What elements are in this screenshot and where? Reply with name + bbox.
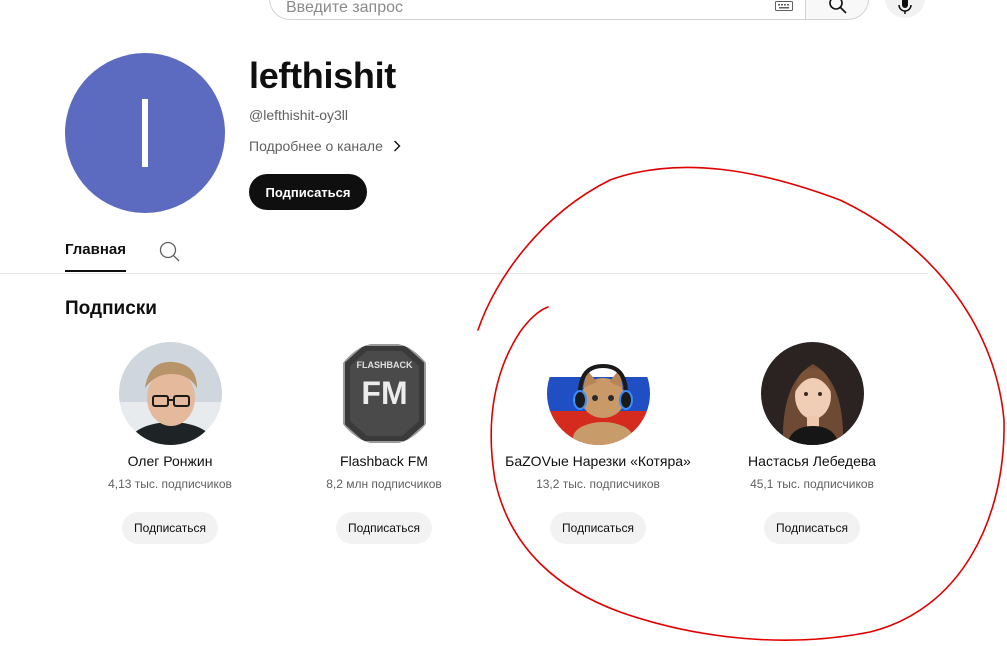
search-input[interactable]: Введите запрос bbox=[269, 0, 805, 20]
channel-card-subscribe-button[interactable]: Подписаться bbox=[122, 512, 218, 544]
channel-card-subscribe-button[interactable]: Подписаться bbox=[336, 512, 432, 544]
search-icon bbox=[829, 0, 847, 14]
channel-handle: @lefthishit-oy3ll bbox=[249, 107, 349, 123]
channel-card-subscribe-button[interactable]: Подписаться bbox=[764, 512, 860, 544]
channel-card-avatar[interactable] bbox=[546, 342, 650, 445]
voice-search-button[interactable] bbox=[885, 0, 925, 18]
channel-card-name[interactable]: Олег Ронжин bbox=[128, 452, 213, 470]
chevron-right-icon bbox=[393, 140, 401, 152]
channel-card[interactable]: Олег Ронжин 4,13 тыс. подписчиков Подпис… bbox=[70, 342, 270, 544]
channel-avatar-letter bbox=[142, 99, 148, 167]
channel-card[interactable]: БаZOVые Нарезки «Котяра» 13,2 тыс. подпи… bbox=[498, 342, 698, 544]
tab-active-indicator bbox=[65, 270, 126, 272]
channel-card-avatar[interactable] bbox=[118, 342, 222, 445]
channel-card[interactable]: Настасья Лебедева 45,1 тыс. подписчиков … bbox=[712, 342, 912, 544]
channel-card-name[interactable]: БаZOVые Нарезки «Котяра» bbox=[505, 452, 691, 470]
channel-card-name[interactable]: Настасья Лебедева bbox=[748, 452, 876, 470]
section-title: Подписки bbox=[65, 298, 157, 319]
channel-card-subscribers: 13,2 тыс. подписчиков bbox=[536, 477, 660, 491]
channel-name: lefthishit bbox=[249, 55, 396, 96]
search-button[interactable] bbox=[805, 0, 869, 20]
search-icon[interactable] bbox=[158, 240, 180, 262]
tab-home[interactable]: Главная bbox=[65, 240, 126, 260]
channel-card-name[interactable]: Flashback FM bbox=[340, 452, 428, 470]
channel-card-subscribe-button[interactable]: Подписаться bbox=[550, 512, 646, 544]
channel-card-subscribers: 4,13 тыс. подписчиков bbox=[108, 477, 232, 491]
search-placeholder: Введите запрос bbox=[286, 0, 403, 16]
microphone-icon bbox=[898, 0, 912, 14]
subscribe-button[interactable]: Подписаться bbox=[249, 174, 367, 210]
channel-card-avatar[interactable]: FLASHBACK FM bbox=[332, 342, 436, 445]
channel-card-subscribers: 45,1 тыс. подписчиков bbox=[750, 477, 874, 491]
tab-divider bbox=[0, 273, 928, 274]
channel-card[interactable]: FLASHBACK FM Flashback FM 8,2 млн подпис… bbox=[284, 342, 484, 544]
channel-about-link[interactable]: Подробнее о канале bbox=[249, 137, 401, 155]
channel-card-avatar[interactable] bbox=[760, 342, 864, 445]
keyboard-icon[interactable] bbox=[775, 1, 793, 11]
channel-card-subscribers: 8,2 млн подписчиков bbox=[326, 477, 442, 491]
flashback-logo-mark: FM bbox=[361, 375, 407, 411]
channel-avatar[interactable] bbox=[65, 53, 225, 213]
flashback-logo-top: FLASHBACK bbox=[356, 360, 412, 370]
channel-about-label: Подробнее о канале bbox=[249, 138, 383, 154]
